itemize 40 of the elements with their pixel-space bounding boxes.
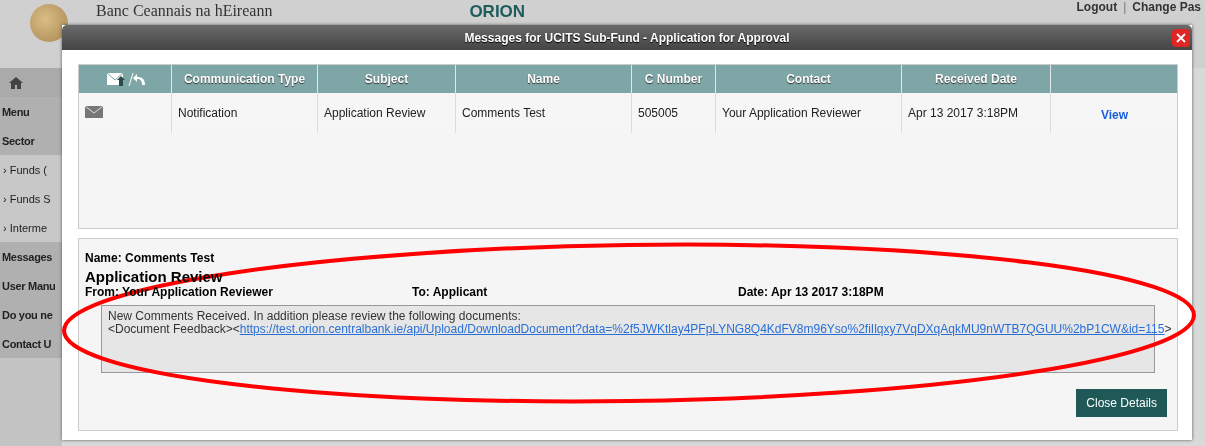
- column-header: Received Date: [901, 65, 1051, 93]
- sidebar-item[interactable]: Messages: [0, 242, 62, 271]
- sidebar-item[interactable]: User Manu: [0, 271, 62, 300]
- app-name: ORION: [469, 2, 526, 22]
- sidebar-item[interactable]: Menu: [0, 97, 62, 126]
- column-header: Name: [455, 65, 632, 93]
- link-separator: |: [1123, 0, 1127, 14]
- column-header: C Number: [631, 65, 716, 93]
- close-details-button[interactable]: Close Details: [1076, 389, 1167, 417]
- bank-name: Banc Ceannais na hEireann: [96, 2, 273, 20]
- message-recipient: To: Applicant: [412, 285, 489, 299]
- message-body: New Comments Received. In addition please review the following documents: <Document Feedback><https://test.orion.centralbank.ie/api/Upload/DownloadDocument?data=%2f5JWKtlay4PFpLYNG8Q4KdFV8m96Yso%2fiIlqxy7VqDXqAqkMU9nWTB7QGUU%2bP1CW&id=115>: [108, 309, 1172, 336]
- message-sender: From: Your Application Reviewer: [85, 285, 274, 299]
- dialog-title: Messages for UCITS Sub-Fund - Application for Approval: [464, 30, 790, 45]
- table-cell: Apr 13 2017 3:18PM: [901, 93, 1051, 133]
- table-cell: 505005: [631, 93, 716, 133]
- sidebar-item[interactable]: Sector: [0, 126, 62, 155]
- table-cell: Application Review: [317, 93, 456, 133]
- message-date: Date: Apr 13 2017 3:18PM: [738, 285, 884, 299]
- envelope-icon: [85, 104, 103, 119]
- document-link[interactable]: https://test.orion.centralbank.ie/api/Upload/DownloadDocument?data=%2f5JWKtlay4PFpLYNG8Q4KdFV8m96Yso%2fiIlqxy7VqDXqAqkMU9nWTB7QGUU%2bP1CW&id=115: [239, 322, 1165, 336]
- table-cell: Comments Test: [455, 93, 632, 133]
- column-header: Contact: [715, 65, 902, 93]
- logo-icon: [30, 4, 68, 42]
- column-header: Communication Type: [171, 65, 318, 93]
- close-icon: [1176, 33, 1186, 43]
- column-header: Subject: [317, 65, 456, 93]
- view-link[interactable]: View: [1100, 108, 1129, 122]
- sidebar-item[interactable]: Do you ne: [0, 300, 62, 329]
- sidebar-item[interactable]: › Funds (: [0, 155, 62, 184]
- sidebar-item[interactable]: Contact U: [0, 329, 62, 358]
- table-cell: Your Application Reviewer: [715, 93, 902, 133]
- sidebar-item[interactable]: › Funds S: [0, 184, 62, 213]
- sidebar-item[interactable]: › Interme: [0, 213, 62, 242]
- close-button[interactable]: [1172, 29, 1190, 47]
- table-cell: Notification: [171, 93, 318, 133]
- header-link[interactable]: Logout: [1076, 0, 1118, 14]
- home-icon[interactable]: [8, 75, 24, 90]
- header-link[interactable]: Change Pas: [1132, 0, 1201, 14]
- message-name: Name: Comments Test: [85, 251, 216, 265]
